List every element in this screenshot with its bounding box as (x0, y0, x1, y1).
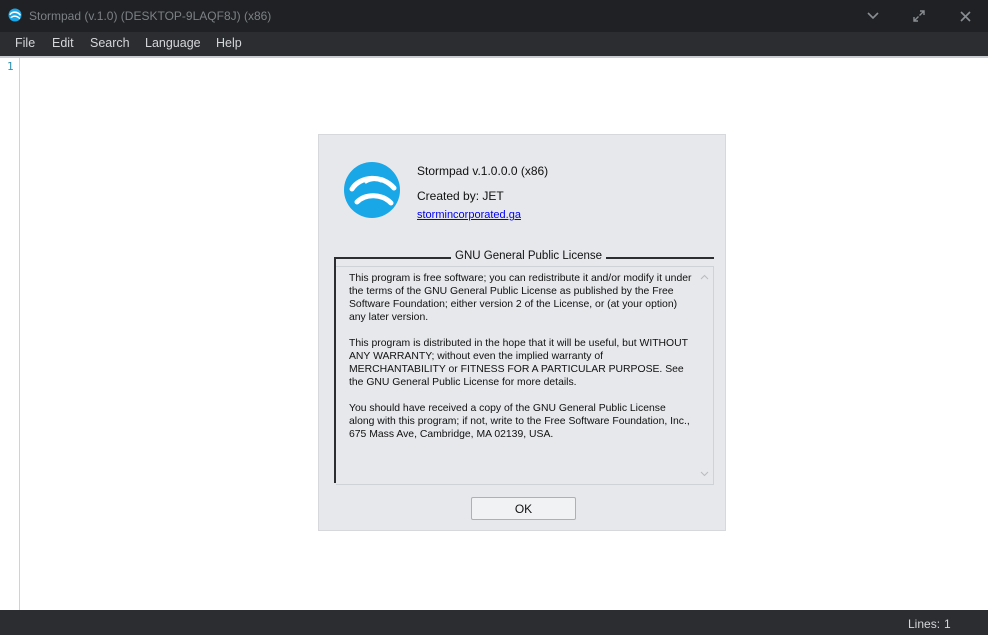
menu-bar: File Edit Search Language Help (0, 32, 988, 56)
website-link[interactable]: stormincorporated.ga (417, 209, 521, 221)
license-group: GNU General Public License This program … (334, 250, 714, 485)
menu-language[interactable]: Language (145, 36, 201, 50)
stormpad-globe-icon (8, 8, 22, 22)
maximize-button[interactable] (896, 0, 942, 32)
license-textbox[interactable]: This program is free software; you can r… (336, 266, 714, 485)
close-icon (959, 10, 971, 22)
line-number-gutter: 1 (0, 58, 20, 610)
menu-edit[interactable]: Edit (52, 36, 74, 50)
expand-icon (913, 10, 925, 22)
title-bar[interactable]: Stormpad (v.1.0) (DESKTOP-9LAQF8J) (x86) (0, 0, 988, 32)
chevron-down-icon (867, 12, 879, 20)
window-title: Stormpad (v.1.0) (DESKTOP-9LAQF8J) (x86) (29, 9, 272, 23)
close-button[interactable] (942, 0, 988, 32)
status-bar: Lines: 1 (0, 610, 988, 635)
chevron-down-icon[interactable] (699, 468, 710, 479)
ok-button[interactable]: OK (471, 497, 576, 520)
line-number: 1 (7, 60, 14, 73)
product-name: Stormpad v.1.0.0.0 (x86) (417, 164, 549, 178)
lines-count: 1 (944, 617, 951, 631)
minimize-button[interactable] (850, 0, 896, 32)
license-text: This program is free software; you can r… (349, 272, 694, 454)
license-paragraph: This program is free software; you can r… (349, 273, 692, 323)
chevron-up-icon[interactable] (699, 272, 710, 283)
lines-label: Lines: (908, 617, 941, 631)
stormpad-window: Stormpad (v.1.0) (DESKTOP-9LAQF8J) (x86)… (0, 0, 988, 635)
license-scrollbar[interactable] (696, 267, 713, 484)
stormpad-logo-icon (344, 162, 400, 218)
created-by: Created by: JET (417, 189, 504, 203)
menu-search[interactable]: Search (90, 36, 130, 50)
license-title: GNU General Public License (451, 250, 607, 262)
about-dialog: Stormpad v.1.0.0.0 (x86) Created by: JET… (318, 134, 726, 531)
menu-help[interactable]: Help (216, 36, 242, 50)
menu-file[interactable]: File (15, 36, 35, 50)
license-paragraph: You should have received a copy of the G… (349, 403, 690, 440)
license-paragraph: This program is distributed in the hope … (349, 338, 688, 388)
